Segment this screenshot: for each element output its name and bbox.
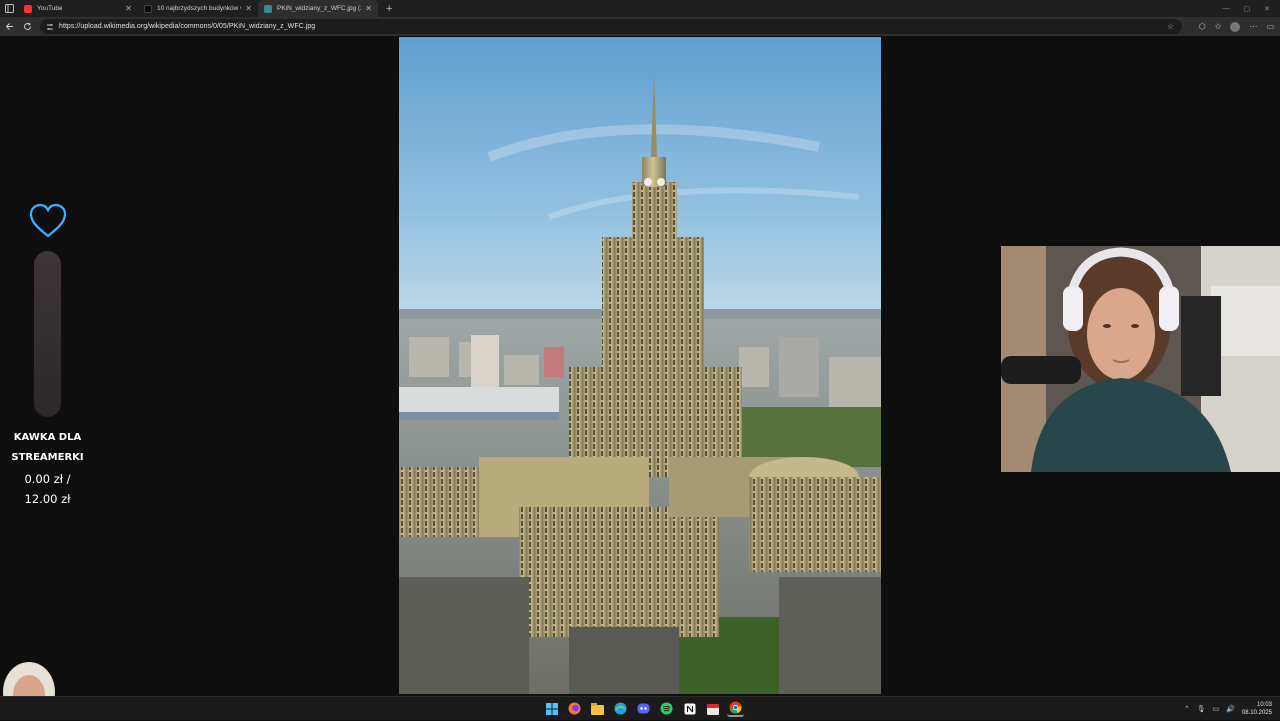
chrome-icon[interactable] [727,700,744,717]
youtube-icon [24,5,32,13]
url-text: https://upload.wikimedia.org/wikipedia/c… [59,23,315,30]
donation-progress-bar [34,251,61,417]
new-tab-button[interactable]: + [378,3,400,15]
close-tab-icon[interactable]: ✕ [125,4,132,13]
windows-start-icon[interactable] [543,700,560,717]
close-tab-icon[interactable]: ✕ [365,4,372,13]
clock-date: 08.10.2025 [1242,709,1272,717]
tab-title: 10 najbrzydszych budynków w Po [157,5,241,12]
tab-title: YouTube [37,5,121,12]
tab-youtube[interactable]: YouTube ✕ [18,0,138,17]
favorites-icon[interactable]: ✩ [1215,22,1222,31]
tab-image[interactable]: PKiN_widziany_z_WFC.jpg (2026 ✕ [258,0,378,17]
notion-icon[interactable] [681,700,698,717]
donation-title: STREAMERKI [0,452,95,463]
tab-article[interactable]: 10 najbrzydszych budynków w Po ✕ [138,0,258,17]
donation-goal-amount: 12.00 zł [0,492,95,506]
calendar-icon[interactable] [704,700,721,717]
profile-avatar[interactable] [1230,22,1240,32]
system-tray: ⌃ 🎙 ▭ 🔊 10:03 08.10.2025 [1184,697,1272,721]
sidebar-icon[interactable]: ▭ [1266,22,1274,31]
streamer-webcam [1001,246,1280,472]
donation-title: KAWKA DLA [0,432,95,443]
back-arrow-icon [5,22,14,31]
volume-icon[interactable]: 🔊 [1226,705,1235,713]
tab-actions-icon[interactable] [0,0,18,17]
tab-strip: YouTube ✕ 10 najbrzydszych budynków w Po… [0,0,1280,17]
taskbar-apps [543,700,744,717]
maximize-icon[interactable]: ▢ [1244,5,1251,13]
menu-icon[interactable]: ⋯ [1249,22,1257,31]
site-info-icon[interactable] [46,23,54,31]
page-favicon-icon [144,5,152,13]
bookmark-star-icon[interactable]: ☆ [1167,22,1174,31]
file-explorer-icon[interactable] [589,700,606,717]
palace-of-culture-photo[interactable] [399,37,881,694]
firefox-icon[interactable] [566,700,583,717]
show-hidden-icons-chevron-icon[interactable]: ⌃ [1184,705,1190,713]
close-window-icon[interactable]: ✕ [1264,5,1270,13]
clock[interactable]: 10:03 08.10.2025 [1242,701,1272,717]
heart-icon [28,202,68,240]
reload-button[interactable] [18,17,36,36]
back-button[interactable] [0,17,18,36]
wikimedia-icon [264,5,272,13]
extensions-icon[interactable]: ⬡ [1199,22,1206,31]
edge-icon[interactable] [612,700,629,717]
window-controls: — ▢ ✕ [1223,0,1280,17]
toolbar-actions: ⬡ ✩ ⋯ ▭ [1199,17,1274,36]
donation-current-amount: 0.00 zł / [0,472,95,486]
network-icon[interactable]: ▭ [1213,705,1220,713]
spotify-icon[interactable] [658,700,675,717]
toolbar: https://upload.wikimedia.org/wikipedia/c… [0,17,1280,36]
page-viewport: KAWKA DLA STREAMERKI 0.00 zł / 12.00 zł [0,36,1280,696]
windows-taskbar: ⌃ 🎙 ▭ 🔊 10:03 08.10.2025 [0,696,1280,720]
tab-title: PKiN_widziany_z_WFC.jpg (2026 [277,5,361,12]
clock-time: 10:03 [1242,701,1272,709]
address-bar[interactable]: https://upload.wikimedia.org/wikipedia/c… [40,19,1182,34]
minimize-icon[interactable]: — [1223,5,1230,12]
microphone-icon[interactable]: 🎙 [1197,705,1206,713]
discord-icon[interactable] [635,700,652,717]
close-tab-icon[interactable]: ✕ [245,4,252,13]
reload-icon [23,22,32,31]
